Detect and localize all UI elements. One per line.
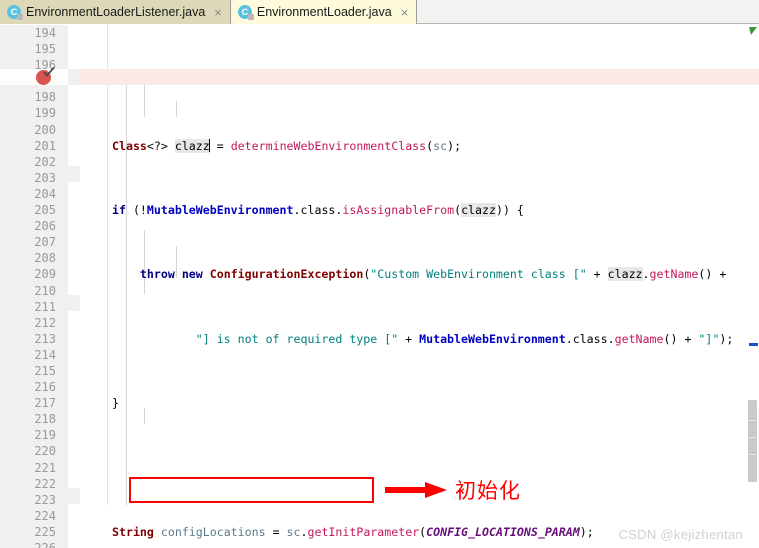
annotation-arrow-icon: [385, 482, 447, 498]
code-content[interactable]: Class<?> clazz = determineWebEnvironment…: [0, 25, 759, 548]
code-line-199: }: [112, 396, 119, 411]
tab-label: EnvironmentLoaderListener.java: [26, 5, 206, 19]
close-icon[interactable]: ×: [212, 6, 224, 19]
tab-environment-loader-listener[interactable]: C EnvironmentLoaderListener.java ×: [0, 0, 231, 24]
java-class-icon: C: [7, 5, 23, 20]
code-editor[interactable]: 194 195 196 197 198 199 200 201 202 203 …: [0, 25, 759, 548]
tab-label: EnvironmentLoader.java: [256, 5, 392, 19]
annotation-note-text: 初始化: [455, 479, 521, 503]
breakpoint-verified-check-icon: [43, 66, 55, 77]
annotation-highlight-box: [129, 477, 374, 503]
java-class-icon: C: [237, 5, 254, 20]
code-line-197: throw new ConfigurationException("Custom…: [139, 267, 727, 282]
intellij-editor-window: C EnvironmentLoaderListener.java × C Env…: [0, 0, 759, 548]
vcs-marker-icon: [749, 27, 757, 35]
watermark: CSDN @kejizhentan: [618, 527, 743, 542]
code-line-196: if (!MutableWebEnvironment.class.isAssig…: [112, 203, 524, 218]
code-line-198: "] is not of required type [" + MutableW…: [195, 331, 734, 346]
tab-bar-empty-area: [417, 0, 759, 23]
editor-tab-bar: C EnvironmentLoaderListener.java × C Env…: [0, 0, 759, 24]
close-icon[interactable]: ×: [399, 6, 411, 19]
tab-environment-loader[interactable]: C EnvironmentLoader.java ×: [230, 0, 418, 24]
code-line-195: Class<?> clazz = determineWebEnvironment…: [112, 138, 462, 153]
